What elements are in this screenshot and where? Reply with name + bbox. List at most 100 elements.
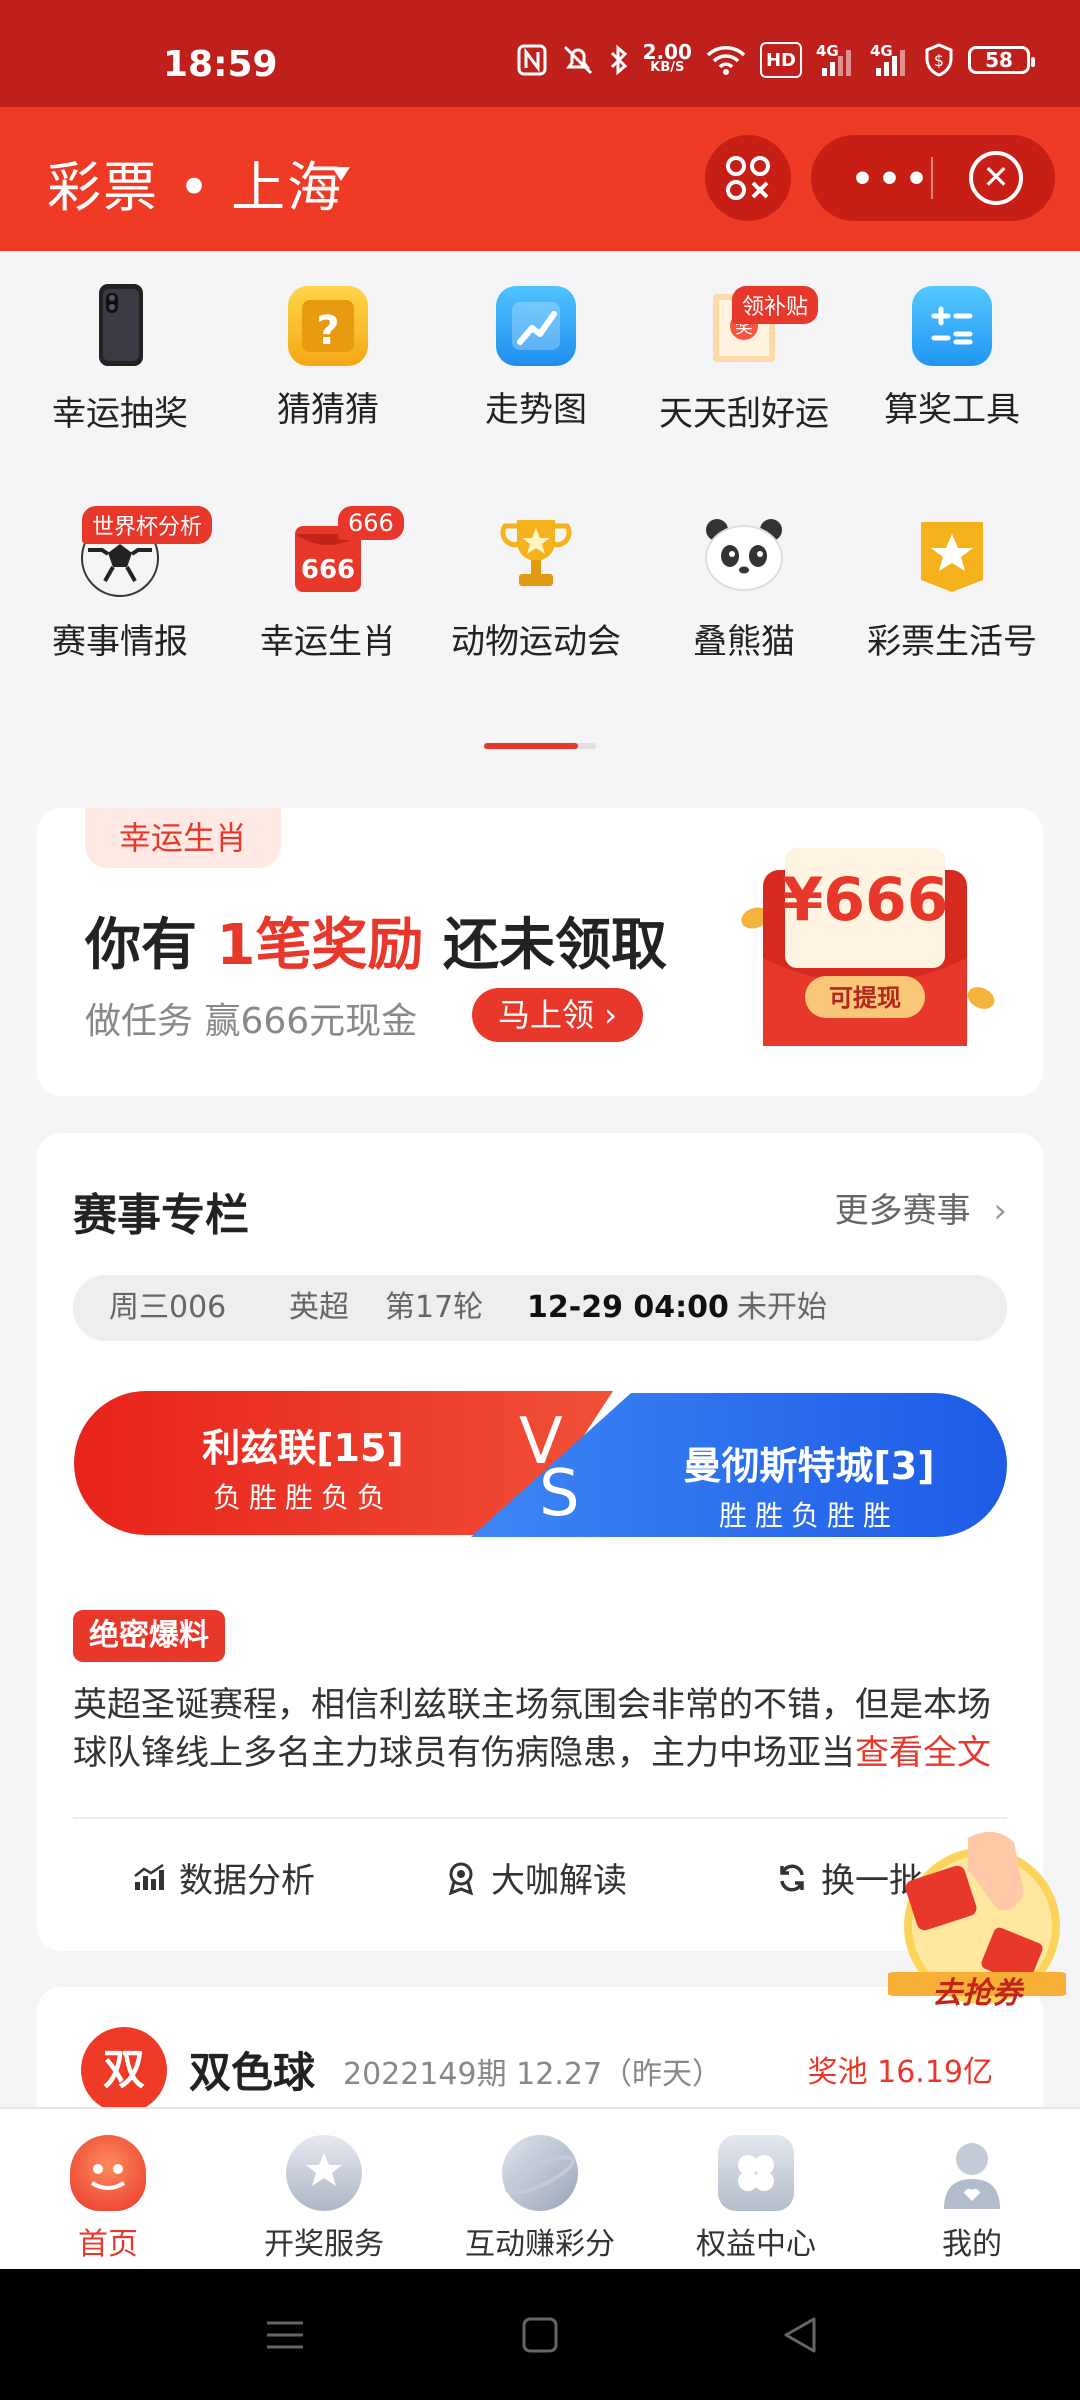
more-menu-button[interactable]: ••• <box>851 159 932 200</box>
reward-title-highlight: 1笔奖励 <box>216 913 424 978</box>
grid-label: 动物运动会 <box>451 622 621 662</box>
reward-tag: 幸运生肖 <box>85 808 282 868</box>
reward-subtitle: 做任务 赢666元现金 <box>85 1001 418 1042</box>
grab-coupon-label: 去抢券 <box>932 1976 1022 2011</box>
match-time: 12-29 04:00 <box>527 1290 729 1325</box>
grid-label: 赛事情报 <box>52 622 188 662</box>
status-time: 18:59 <box>163 44 278 85</box>
reward-title: 你有 1笔奖励 还未领取 <box>85 900 667 981</box>
caret-down-icon[interactable] <box>332 167 350 181</box>
grid-item-scratch[interactable]: 奖 领补贴 天天刮好运 <box>640 280 848 435</box>
chevron-right-icon: › <box>993 1191 1007 1231</box>
net-speed-unit: KB/S <box>650 60 685 75</box>
tab-label: 开奖服务 <box>264 2227 384 2262</box>
more-matches-link[interactable]: 更多赛事 › <box>835 1183 1007 1232</box>
panda-icon <box>699 508 789 598</box>
status-bar: 18:59 2.00 KB/S HD 4G 4G $ 58 <box>0 0 1080 107</box>
mascot-home-icon <box>70 2135 146 2211</box>
nfc-icon <box>517 42 547 78</box>
tab-label: 我的 <box>942 2227 1002 2262</box>
claim-now-button[interactable]: 马上领 › <box>472 988 643 1042</box>
back-nav-button[interactable] <box>778 2313 822 2357</box>
match-info-bar: 周三006 英超 第17轮 12-29 04:00 未开始 <box>73 1275 1007 1341</box>
reward-title-pre: 你有 <box>85 913 217 978</box>
trend-chart-icon <box>496 286 576 366</box>
grid-item-trend-chart[interactable]: 走势图 <box>432 280 640 431</box>
grid-item-match-intel[interactable]: 世界杯分析 赛事情报 <box>16 506 224 663</box>
grid-item-lucky-zodiac[interactable]: 666 666 幸运生肖 <box>224 506 432 663</box>
menu-nav-button[interactable] <box>263 2313 307 2357</box>
grid-label: 天天刮好运 <box>659 394 829 434</box>
signal-icon-1: 4G <box>816 42 856 78</box>
refresh-icon <box>780 1864 804 1891</box>
calculator-icon <box>912 286 992 366</box>
match-status: 未开始 <box>737 1290 827 1325</box>
grid-item-stack-panda[interactable]: 叠熊猫 <box>640 508 848 663</box>
section-title: 赛事专栏 <box>73 1190 249 1241</box>
clover-icon <box>718 2135 794 2211</box>
menu-icon <box>267 2321 303 2349</box>
grab-coupon-float[interactable]: 去抢券 <box>882 1822 1072 2012</box>
badge-666: 666 <box>338 506 404 540</box>
claim-now-label: 马上领 <box>498 996 595 1034</box>
svg-text:$: $ <box>934 51 944 70</box>
home-team-record: 负胜胜负负 <box>212 1481 393 1514</box>
tab-benefits[interactable]: 权益中心 <box>648 2109 864 2263</box>
grid-item-calculator[interactable]: 算奖工具 <box>848 280 1056 431</box>
grid-label: 幸运生肖 <box>260 622 396 662</box>
expert-analysis-label: 大咖解读 <box>491 1861 627 1901</box>
grid-item-lottery-life[interactable]: 彩票生活号 <box>848 508 1056 663</box>
battery-icon: 58 <box>968 46 1035 74</box>
close-button[interactable]: ✕ <box>969 151 1023 205</box>
miniapp-capsule: ••• ✕ <box>811 135 1055 221</box>
scan-button[interactable] <box>705 135 791 221</box>
ssq-logo-icon: 双 <box>81 2027 167 2107</box>
status-icons: 2.00 KB/S HD 4G 4G $ 58 <box>517 42 1035 78</box>
bar-chart-icon <box>134 1863 164 1890</box>
square-home-icon <box>522 2317 558 2353</box>
lottery-issue: 2022149期 12.27（昨天） <box>343 2057 723 2092</box>
shield-dollar-icon: $ <box>924 42 954 78</box>
home-nav-button[interactable] <box>518 2313 562 2357</box>
grid-item-animal-sports[interactable]: 动物运动会 <box>432 508 640 663</box>
grid-label: 幸运抽奖 <box>52 394 188 434</box>
expert-analysis-button[interactable]: 大咖解读 <box>445 1853 627 1902</box>
away-team: 曼彻斯特城[3] 胜胜负胜胜 <box>639 1435 979 1534</box>
trophy-icon <box>491 508 581 598</box>
hd-icon: HD <box>759 42 802 78</box>
reward-banner[interactable]: 幸运生肖 你有 1笔奖励 还未领取 做任务 赢666元现金 马上领 › ¥666… <box>37 808 1043 1096</box>
data-analysis-button[interactable]: 数据分析 <box>133 1853 315 1902</box>
tab-home[interactable]: 首页 <box>0 2109 216 2263</box>
tab-earn-points[interactable]: 互动赚彩分 <box>432 2109 648 2263</box>
vs-letter-s: S <box>539 1457 580 1531</box>
phone-prize-icon <box>75 280 165 370</box>
grid-item-guess[interactable]: ? 猜猜猜 <box>224 280 432 431</box>
reward-title-post: 还未领取 <box>423 913 667 978</box>
data-analysis-label: 数据分析 <box>179 1861 315 1901</box>
versus-banner[interactable]: 利兹联[15] 负胜胜负负 V S 曼彻斯特城[3] 胜胜负胜胜 <box>73 1391 1007 1537</box>
chevron-right-icon: › <box>604 996 617 1034</box>
bottom-tab-bar: 首页 开奖服务 互动赚彩分 权益中心 我的 <box>0 2107 1080 2269</box>
system-nav-bar <box>0 2269 1080 2400</box>
grid-label: 叠熊猫 <box>693 622 795 662</box>
grid-label: 猜猜猜 <box>277 390 379 430</box>
net-speed: 2.00 KB/S <box>643 42 692 78</box>
grid-label: 算奖工具 <box>884 390 1020 430</box>
capsule-divider <box>931 157 933 199</box>
lottery-name: 双色球 <box>189 2048 316 2097</box>
scan-icon <box>726 156 770 200</box>
red-envelope-graphic: ¥666 可提现 <box>735 848 997 1058</box>
secret-text: 英超圣诞赛程，相信利兹联主场氛围会非常的不错，但是本场球队锋线上多名主力球员有伤… <box>73 1681 1007 1777</box>
home-team: 利兹联[15] 负胜胜负负 <box>133 1417 473 1516</box>
mute-icon <box>561 42 595 78</box>
city-selector[interactable]: 彩票 • 上海 <box>47 143 343 222</box>
bluetooth-icon <box>609 42 629 78</box>
match-round: 第17轮 <box>385 1290 484 1325</box>
question-box-icon: ? <box>288 286 368 366</box>
svg-text:?: ? <box>316 308 339 354</box>
page-indicator <box>484 743 596 749</box>
tab-draw-service[interactable]: 开奖服务 <box>216 2109 432 2263</box>
tab-mine[interactable]: 我的 <box>864 2109 1080 2263</box>
grid-item-lucky-draw[interactable]: 幸运抽奖 <box>16 280 224 435</box>
read-more-link[interactable]: 查看全文 <box>855 1733 991 1773</box>
